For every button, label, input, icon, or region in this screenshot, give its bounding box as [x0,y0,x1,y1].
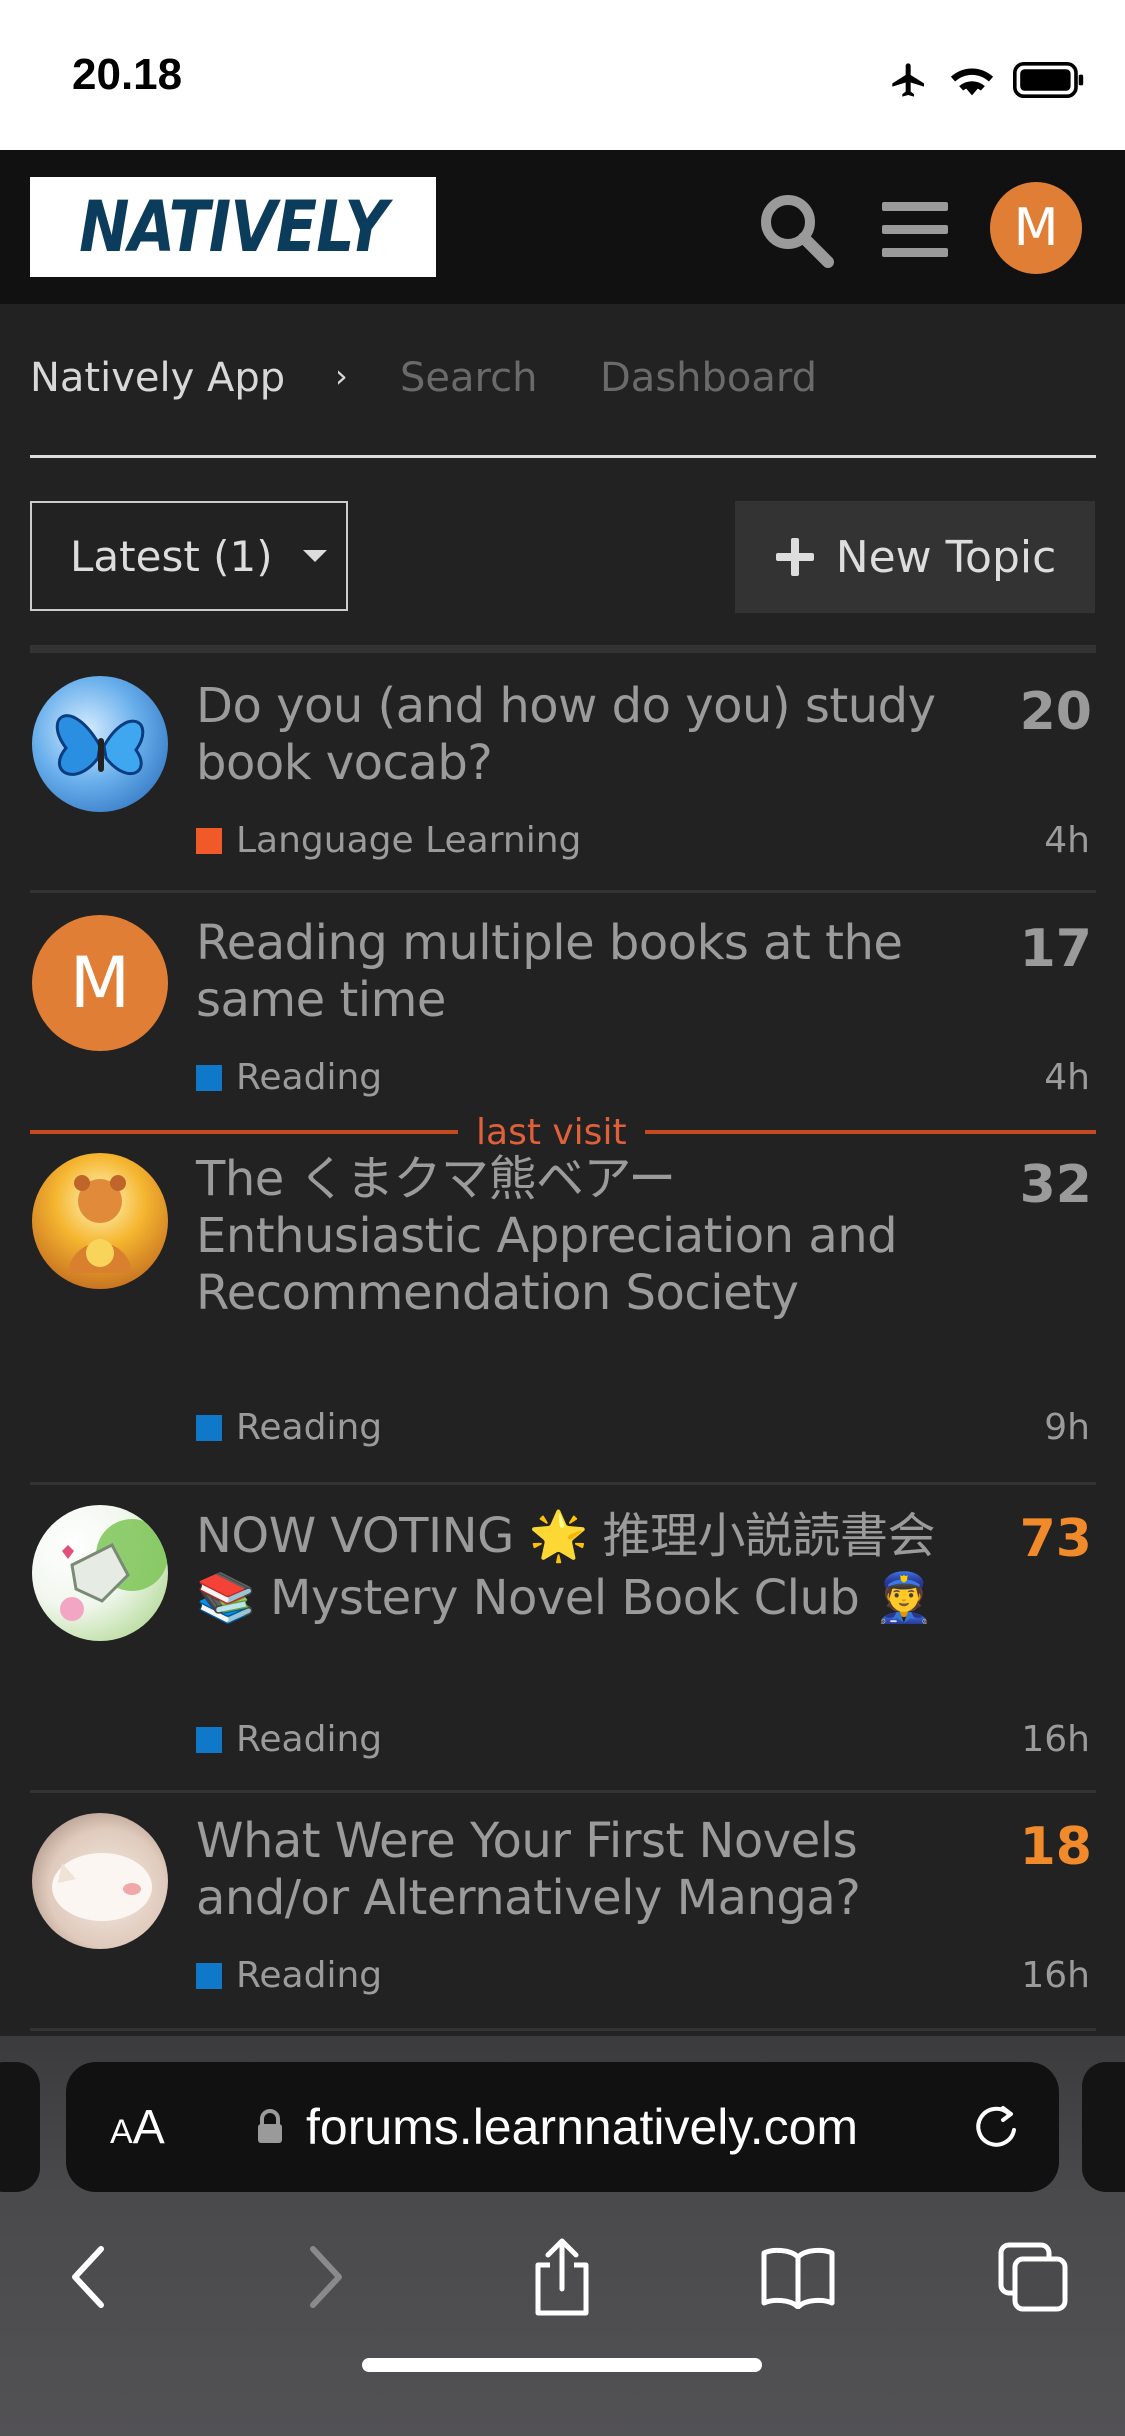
nav-dashboard-link[interactable]: Dashboard [600,355,817,401]
latest-filter-label: Latest (1) [70,531,273,581]
row-divider [30,890,1096,893]
breadcrumb-nav: Natively App › Search Dashboard [30,355,1096,455]
topic-category[interactable]: Reading [196,1057,382,1098]
topic-title[interactable]: Reading multiple books at the same time [196,915,936,1029]
browser-chrome: AA forums.learnnatively.com [0,2036,1125,2436]
category-label: Reading [236,1955,383,1996]
row-divider [30,2028,1096,2031]
row-divider [30,1790,1096,1793]
aa-small: A [110,2113,133,2151]
list-top-border [30,645,1096,653]
back-button[interactable] [42,2222,132,2332]
tabs-icon [998,2242,1068,2312]
search-button[interactable] [756,190,836,270]
topic-row[interactable]: M Reading multiple books at the same tim… [30,905,1096,1115]
butterfly-image [55,714,145,776]
topic-title[interactable]: The くまクマ熊ベアー Enthusiastic Appreciation a… [196,1151,936,1322]
topic-avatar[interactable] [32,1153,168,1289]
topic-category[interactable]: Language Learning [196,820,581,861]
topic-category[interactable]: Reading [196,1407,382,1448]
wifi-icon [950,68,994,96]
bookmarks-button[interactable] [753,2222,843,2332]
latest-filter-dropdown[interactable]: Latest (1) [30,501,348,611]
status-bar: 20.18 [0,0,1125,150]
aa-big: A [132,2101,165,2154]
search-icon [761,195,834,268]
breadcrumb-app[interactable]: Natively App [30,355,285,401]
category-color-square [196,827,222,854]
sleeping-cat-image [52,1853,152,1921]
topic-avatar[interactable] [32,1813,168,1949]
category-color-square [196,1414,222,1441]
url-text: forums.learnnatively.com [306,2099,859,2155]
chevron-right-icon [310,2246,342,2308]
topic-title[interactable]: Do you (and how do you) study book vocab… [196,678,936,792]
category-label: Reading [236,1407,383,1448]
topic-reply-count[interactable]: 18 [1020,1817,1092,1877]
new-topic-label: New Topic [835,531,1057,583]
chevron-left-icon [72,2246,104,2308]
category-color-square [196,1726,222,1753]
hamburger-icon [882,202,948,257]
hamburger-menu-button[interactable] [880,198,950,262]
topic-age[interactable]: 4h [1044,1057,1090,1098]
airplane-icon [892,63,924,97]
battery-icon [1013,62,1084,98]
topic-title[interactable]: What Were Your First Novels and/or Alter… [196,1813,936,1927]
bear-character-image [68,1175,132,1273]
share-button[interactable] [517,2222,607,2332]
topic-category[interactable]: Reading [196,1719,382,1760]
user-avatar-button[interactable]: M [990,182,1082,274]
topic-age[interactable]: 9h [1044,1407,1090,1448]
plus-icon [775,538,814,576]
topic-reply-count[interactable]: 17 [1020,919,1092,979]
url-display[interactable]: forums.learnnatively.com [256,2098,858,2156]
reload-icon [976,2106,1016,2147]
logo-text: NATIVELY [78,186,388,268]
topic-row[interactable]: Do you (and how do you) study book vocab… [30,670,1096,885]
topic-row[interactable]: What Were Your First Novels and/or Alter… [30,1805,1096,2025]
previous-tab-peek[interactable] [0,2062,40,2192]
topic-reply-count[interactable]: 32 [1020,1155,1092,1215]
reader-aa-button[interactable]: AA [110,2100,165,2155]
book-icon [761,2247,835,2309]
forward-button[interactable] [282,2222,372,2332]
category-color-square [196,1962,222,1989]
tabs-button[interactable] [988,2222,1078,2332]
topic-age[interactable]: 16h [1021,1719,1090,1760]
topic-avatar[interactable] [32,1505,168,1641]
category-color-square [196,1064,222,1091]
topic-row[interactable]: The くまクマ熊ベアー Enthusiastic Appreciation a… [30,1145,1096,1475]
browser-toolbar [0,2222,1125,2352]
topic-reply-count[interactable]: 73 [1020,1509,1092,1569]
home-indicator [362,2358,762,2372]
status-time: 20.18 [72,50,183,99]
site-header: NATIVELY M [0,150,1125,304]
topic-age[interactable]: 4h [1044,820,1090,861]
breadcrumb-underline [30,455,1096,458]
chevron-right-icon: › [335,357,348,395]
new-topic-button[interactable]: New Topic [735,501,1095,613]
lock-icon [258,2109,282,2143]
category-label: Reading [236,1719,383,1760]
caret-down-icon [302,550,327,562]
status-icons [887,60,1085,100]
topic-reply-count[interactable]: 20 [1020,682,1092,742]
category-label: Language Learning [236,820,582,861]
next-tab-peek[interactable] [1082,2062,1125,2192]
row-divider [30,1482,1096,1485]
nav-search-link[interactable]: Search [400,355,537,401]
address-bar[interactable]: AA forums.learnnatively.com [66,2062,1059,2192]
site-logo[interactable]: NATIVELY [30,177,436,277]
topic-title[interactable]: NOW VOTING 🌟 推理小説読書会 📚 Mystery Novel Boo… [196,1505,936,1629]
share-icon [535,2238,589,2316]
category-label: Reading [236,1057,383,1098]
topic-avatar[interactable] [32,676,168,812]
topic-row[interactable]: NOW VOTING 🌟 推理小説読書会 📚 Mystery Novel Boo… [30,1497,1096,1787]
topic-age[interactable]: 16h [1021,1955,1090,1996]
reload-button[interactable] [969,2100,1023,2158]
topic-avatar[interactable]: M [32,915,168,1051]
topic-category[interactable]: Reading [196,1955,382,1996]
fox-skull-image [60,1519,168,1621]
